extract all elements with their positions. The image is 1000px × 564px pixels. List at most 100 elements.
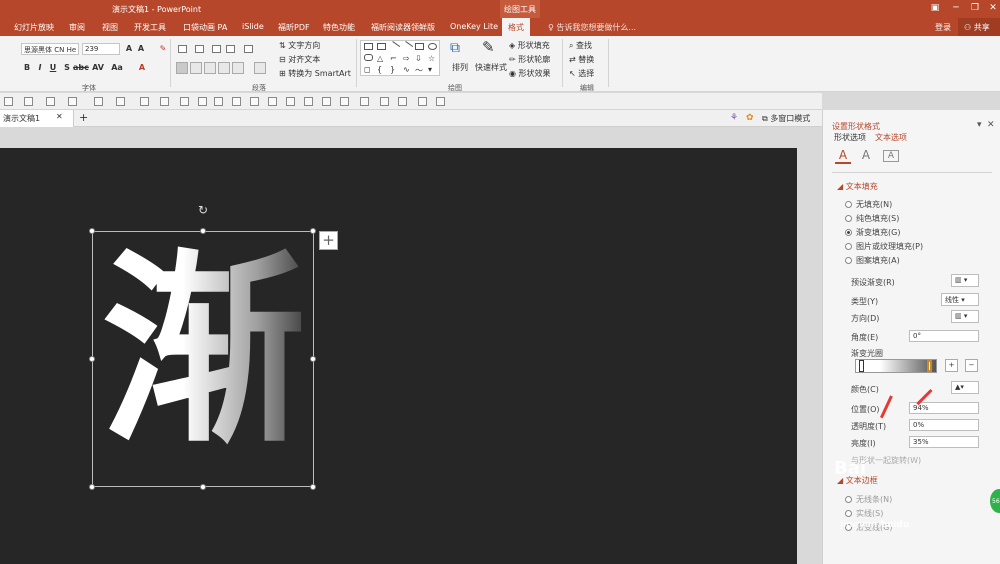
brace-right-icon[interactable]: } [390,65,399,74]
tab-format[interactable]: 格式 [502,18,530,36]
grow-font-icon[interactable]: A [124,44,134,54]
tool-icon[interactable]: ⚘ [730,113,738,123]
clear-format-icon[interactable]: ✎ [158,44,168,54]
right-arrow-shape-icon[interactable]: ⇨ [403,54,412,63]
tab-shape-options[interactable]: 形状选项 [834,132,866,143]
bold-button[interactable]: B [22,63,32,73]
rounded-rect-icon[interactable] [364,54,373,61]
fill-option-solid[interactable]: 纯色填充(S) [845,213,899,224]
color-dropdown[interactable]: ▲▾ [951,381,979,394]
transparency-spinner[interactable]: 0% [909,419,979,431]
increase-indent-icon[interactable] [226,45,235,53]
new-tab-icon[interactable]: + [79,111,88,124]
tool-icon[interactable] [180,97,189,106]
pane-options-icon[interactable]: ▾ [977,120,982,130]
align-center-icon[interactable] [190,62,202,74]
tool-icon[interactable] [322,97,331,106]
angle-spinner[interactable]: 0° [909,330,979,342]
layout-options-button[interactable]: + [319,231,338,250]
brace-left-icon[interactable]: { [377,65,386,74]
tab-foxit-reader[interactable]: 福昕阅读器领鲜版 [371,22,435,33]
type-dropdown[interactable]: 线性 ▾ [941,293,979,306]
tool-icon[interactable] [46,97,55,106]
resize-handle[interactable] [310,356,316,362]
tool-icon[interactable] [4,97,13,106]
tool-icon[interactable] [380,97,389,106]
tell-me-box[interactable]: ♀ 告诉我您想要做什么... [548,22,636,33]
more-shapes-icon[interactable]: ▾ [428,65,437,74]
quick-styles-icon[interactable]: ✎ [482,38,495,56]
char-spacing-button[interactable]: AV [92,63,104,73]
close-tab-icon[interactable]: ✕ [56,112,63,121]
share-button[interactable]: ⚇ 共享 [958,18,1000,36]
minimize-icon[interactable]: ─ [946,1,966,16]
close-icon[interactable]: ✕ [983,1,1000,16]
align-left-icon[interactable] [176,62,188,74]
tool-icon[interactable] [250,97,259,106]
fill-option-picture[interactable]: 图片或纹理填充(P) [845,241,923,252]
font-color-button[interactable]: A [137,63,147,73]
tool-icon[interactable] [304,97,313,106]
shape-fill-button[interactable]: ◈ 形状填充 [509,40,550,51]
textbox-v-shape-icon[interactable] [377,43,386,50]
pane-close-icon[interactable]: ✕ [987,120,995,130]
tool-icon[interactable] [140,97,149,106]
tool-icon[interactable] [116,97,125,106]
align-text-button[interactable]: ⊟ 对齐文本 [279,54,320,65]
elbow-shape-icon[interactable]: ⌐ [390,54,399,63]
restore-icon[interactable]: ❐ [965,1,985,16]
numbering-icon[interactable] [195,45,204,53]
preset-gradient-dropdown[interactable]: ▥ ▾ [951,274,979,287]
rotate-handle-icon[interactable]: ↻ [198,204,210,216]
shape-effect-button[interactable]: ◉ 形状效果 [509,68,551,79]
distribute-icon[interactable] [232,62,244,74]
rect-shape-icon[interactable] [415,43,424,50]
find-button[interactable]: ⌕ 查找 [569,40,592,51]
arrange-button[interactable]: 排列 [452,62,468,73]
login-link[interactable]: 登录 [935,22,951,33]
section-text-fill[interactable]: ◢ 文本填充 [837,181,878,192]
oval-shape-icon[interactable] [428,43,437,50]
tab-features[interactable]: 特色功能 [323,22,355,33]
resize-handle[interactable] [89,356,95,362]
tool-icon[interactable] [232,97,241,106]
tab-islide[interactable]: iSlide [242,22,264,31]
tool-icon[interactable] [214,97,223,106]
tool-icon[interactable] [418,97,427,106]
tab-onekey[interactable]: OneKey Lite [450,22,498,31]
font-name-select[interactable]: 思源黑体 CN He [21,43,79,55]
tool-icon[interactable] [68,97,77,106]
line-spacing-icon[interactable] [244,45,253,53]
direction-dropdown[interactable]: ▥ ▾ [951,310,979,323]
tab-slideshow[interactable]: 幻灯片放映 [14,22,54,33]
justify-icon[interactable] [218,62,230,74]
line-shape-icon[interactable] [388,41,401,52]
ribbon-display-icon[interactable]: ▣ [925,1,945,16]
multi-window-button[interactable]: ⧉ 多窗口模式 [762,113,810,124]
columns-icon[interactable] [254,62,266,74]
select-button[interactable]: ↖ 选择 [569,68,594,79]
bullets-icon[interactable] [178,45,187,53]
down-arrow-shape-icon[interactable]: ⇩ [415,54,424,63]
tool-icon[interactable] [198,97,207,106]
tool-icon[interactable] [398,97,407,106]
tab-view[interactable]: 视图 [102,22,118,33]
tool-icon[interactable] [24,97,33,106]
fill-option-none[interactable]: 无填充(N) [845,199,892,210]
triangle-shape-icon[interactable]: △ [377,54,386,63]
fill-option-pattern[interactable]: 图案填充(A) [845,255,900,266]
fill-option-gradient[interactable]: 渐变填充(G) [845,227,900,238]
brightness-spinner[interactable]: 35% [909,436,979,448]
tab-pocket-animation[interactable]: 口袋动画 PA [183,22,227,33]
align-right-icon[interactable] [204,62,216,74]
settings-icon[interactable]: ✿ [746,113,754,123]
curve-shape-icon[interactable]: ∿ [403,65,412,74]
resize-handle[interactable] [310,228,316,234]
gradient-stop-handle-selected[interactable] [927,360,932,372]
resize-handle[interactable] [200,484,206,490]
freeform-shape-icon[interactable]: 〜 [415,65,424,75]
tool-icon[interactable] [94,97,103,106]
text-effects-icon[interactable]: A [859,148,873,164]
gradient-stop-handle[interactable] [859,360,864,372]
resize-handle[interactable] [200,228,206,234]
